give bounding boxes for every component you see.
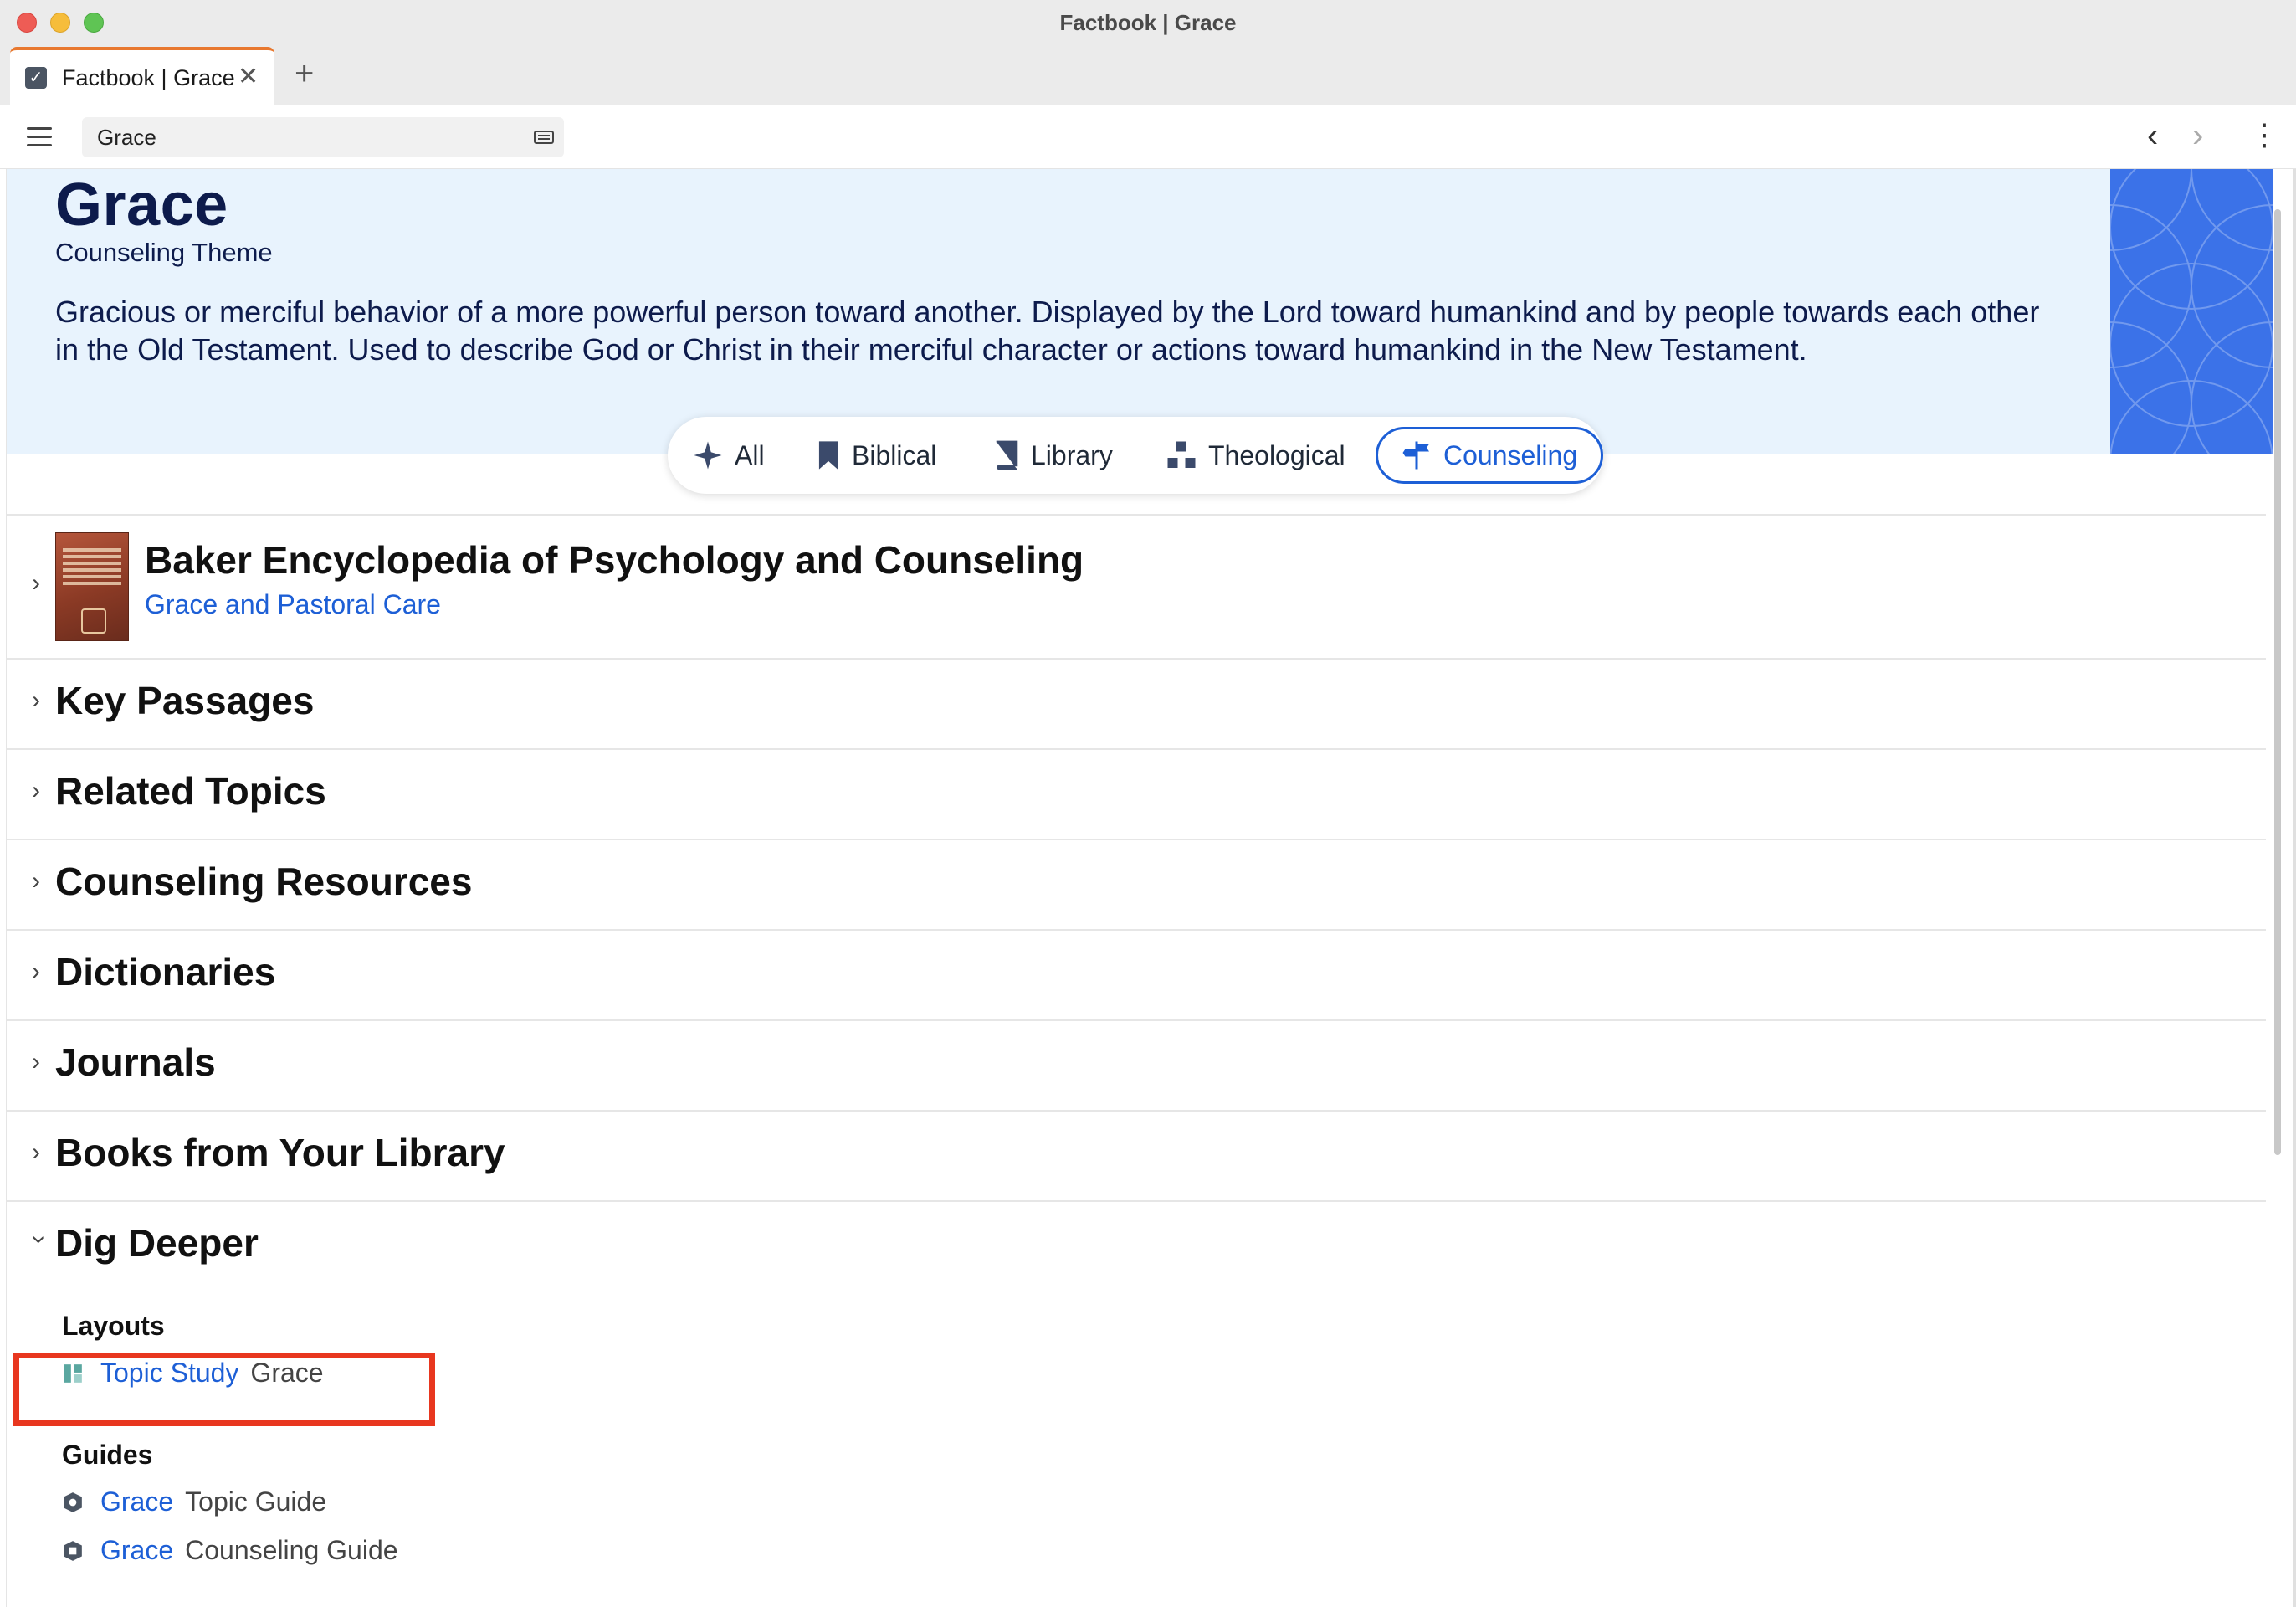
section-title[interactable]: Related Topics xyxy=(55,768,326,814)
signpost-icon xyxy=(1402,441,1429,470)
section-title[interactable]: Journals xyxy=(55,1040,216,1085)
filter-label: Library xyxy=(1031,439,1113,470)
section-books-from-library[interactable]: › Books from Your Library xyxy=(7,1110,2266,1200)
section-counseling-resources[interactable]: › Counseling Resources xyxy=(7,839,2266,929)
search-box[interactable] xyxy=(82,117,564,157)
toolbar: ‹ › ⋮ xyxy=(0,105,2296,169)
left-panel-edge xyxy=(0,169,7,1607)
chevron-right-icon[interactable]: › xyxy=(32,958,40,986)
guide-link[interactable]: Grace xyxy=(100,1486,173,1517)
tab-bar: ✓ Factbook | Grace ✕ + xyxy=(0,47,2296,105)
factbook-icon: ✓ xyxy=(25,67,47,89)
filter-bar: All Biblical Library Theological Counsel… xyxy=(668,417,1604,494)
filter-counseling[interactable]: Counseling xyxy=(1376,427,1604,484)
section-key-passages[interactable]: › Key Passages xyxy=(7,658,2266,748)
guide-link[interactable]: Grace xyxy=(100,1535,173,1566)
hero-banner: Grace Counseling Theme Gracious or merci… xyxy=(7,169,2273,454)
vertical-scrollbar[interactable] xyxy=(2274,209,2281,1155)
filter-theological[interactable]: Theological xyxy=(1166,427,1345,484)
filter-biblical[interactable]: Biblical xyxy=(817,427,936,484)
filter-label: Counseling xyxy=(1443,439,1578,470)
guide-icon xyxy=(64,1491,82,1512)
more-options-button[interactable]: ⋮ xyxy=(2249,117,2279,152)
chevron-right-icon[interactable]: › xyxy=(32,686,40,715)
bookmark-icon xyxy=(818,441,838,470)
section-related-topics[interactable]: › Related Topics xyxy=(7,748,2266,839)
window-title: Factbook | Grace xyxy=(1059,10,1237,35)
section-title[interactable]: Dig Deeper xyxy=(55,1220,259,1266)
chevron-right-icon[interactable]: › xyxy=(32,569,40,598)
filter-label: All xyxy=(735,439,765,470)
blocks-icon xyxy=(1167,441,1196,468)
forward-button[interactable]: › xyxy=(2192,117,2203,155)
window-right-border xyxy=(2293,169,2296,1607)
page-subtitle: Counseling Theme xyxy=(55,238,273,267)
filter-label: Biblical xyxy=(852,439,937,470)
section-journals[interactable]: › Journals xyxy=(7,1019,2266,1110)
filter-library[interactable]: Library xyxy=(994,427,1113,484)
guide-desc: Topic Guide xyxy=(185,1486,327,1517)
chevron-right-icon[interactable]: › xyxy=(32,867,40,896)
guide-desc: Counseling Guide xyxy=(185,1535,398,1565)
search-input[interactable] xyxy=(97,124,499,151)
window-titlebar: Factbook | Grace xyxy=(0,0,2296,47)
tab-factbook[interactable]: ✓ Factbook | Grace ✕ xyxy=(10,47,274,105)
chevron-right-icon[interactable]: › xyxy=(32,1048,40,1076)
section-title[interactable]: Books from Your Library xyxy=(55,1130,505,1175)
book-icon xyxy=(996,440,1018,470)
sparkle-icon xyxy=(694,441,722,470)
menu-icon[interactable] xyxy=(27,127,52,147)
section-title[interactable]: Dictionaries xyxy=(55,949,275,994)
highlight-annotation xyxy=(13,1353,435,1426)
section-title[interactable]: Counseling Resources xyxy=(55,859,472,904)
new-tab-button[interactable]: + xyxy=(295,55,314,93)
featured-resource-row[interactable]: › Baker Encyclopedia of Psychology and C… xyxy=(7,514,2266,658)
section-title[interactable]: Key Passages xyxy=(55,678,314,723)
featured-resource-title[interactable]: Baker Encyclopedia of Psychology and Cou… xyxy=(145,537,1084,583)
tab-title: Factbook | Grace xyxy=(62,65,235,90)
guides-heading: Guides xyxy=(62,1440,153,1470)
filter-label: Theological xyxy=(1208,439,1345,470)
chevron-down-icon[interactable]: › xyxy=(25,1235,54,1244)
book-cover-thumbnail[interactable] xyxy=(55,532,129,641)
featured-resource-link[interactable]: Grace and Pastoral Care xyxy=(145,589,441,620)
guide-item[interactable]: Grace Counseling Guide xyxy=(62,1535,398,1566)
back-button[interactable]: ‹ xyxy=(2147,117,2158,155)
topic-description: Gracious or merciful behavior of a more … xyxy=(55,295,2040,367)
chevron-right-icon[interactable]: › xyxy=(32,1138,40,1167)
layouts-heading: Layouts xyxy=(62,1311,165,1341)
guide-icon xyxy=(64,1540,82,1561)
decorative-circles-art xyxy=(2110,169,2273,454)
filter-all[interactable]: All xyxy=(693,427,765,484)
keyboard-icon[interactable] xyxy=(534,131,554,144)
guide-item[interactable]: Grace Topic Guide xyxy=(62,1486,326,1517)
tab-close-icon[interactable]: ✕ xyxy=(238,62,259,91)
chevron-right-icon[interactable]: › xyxy=(32,777,40,805)
section-dictionaries[interactable]: › Dictionaries xyxy=(7,929,2266,1019)
page-title: Grace xyxy=(55,172,228,239)
